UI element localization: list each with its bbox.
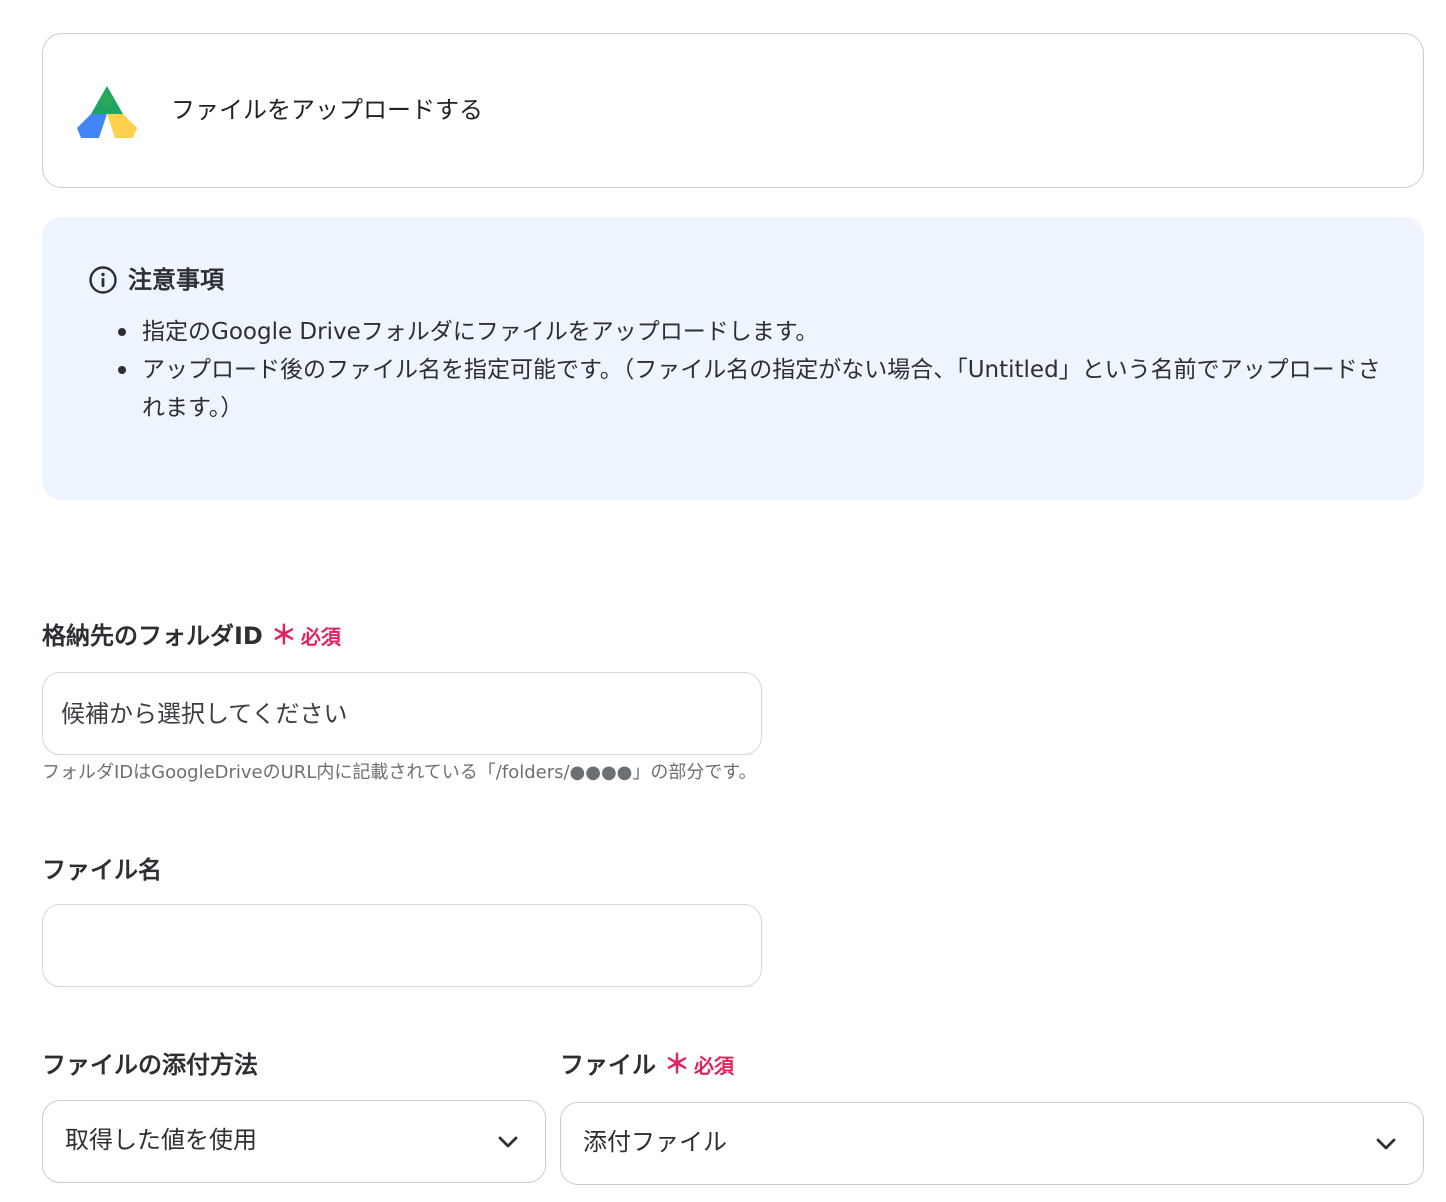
folder-id-label: 格納先のフォルダID ＊必須 (42, 620, 341, 653)
notice-title: 注意事項 (128, 266, 224, 294)
notice-box: 注意事項 指定のGoogle Driveフォルダにファイルをアップロードします。… (42, 217, 1424, 500)
file-select-value: 添付ファイル (583, 1128, 727, 1156)
file-label-text: ファイル (560, 1051, 656, 1079)
attach-method-value: 取得した値を使用 (65, 1126, 257, 1154)
notice-item: アップロード後のファイル名を指定可能です。（ファイル名の指定がない場合、「Unt… (118, 351, 1382, 427)
file-name-label-text: ファイル名 (42, 856, 162, 884)
required-text: 必須 (300, 625, 341, 649)
required-text: 必須 (694, 1054, 735, 1078)
chevron-down-icon (498, 1136, 518, 1148)
action-card: ファイルをアップロードする (42, 33, 1424, 188)
folder-id-input[interactable] (42, 672, 762, 755)
info-icon (89, 266, 117, 294)
file-label: ファイル ＊必須 (560, 1049, 734, 1082)
notice-item: 指定のGoogle Driveフォルダにファイルをアップロードします。 (118, 313, 1382, 351)
attach-method-label-text: ファイルの添付方法 (42, 1051, 258, 1079)
required-asterisk: ＊ (270, 621, 297, 651)
file-name-label: ファイル名 (42, 854, 162, 886)
required-asterisk: ＊ (664, 1050, 691, 1080)
action-title: ファイルをアップロードする (171, 96, 483, 124)
folder-id-hint: フォルダIDはGoogleDriveのURL内に記載されている「/folders… (42, 762, 757, 783)
file-select[interactable]: 添付ファイル (560, 1102, 1424, 1185)
attach-method-label: ファイルの添付方法 (42, 1049, 258, 1081)
attach-method-select[interactable]: 取得した値を使用 (42, 1100, 546, 1183)
folder-id-label-text: 格納先のフォルダID (42, 622, 263, 650)
notice-list: 指定のGoogle Driveフォルダにファイルをアップロードします。 アップロ… (118, 313, 1382, 427)
chevron-down-icon (1376, 1138, 1396, 1150)
file-name-input[interactable] (42, 904, 762, 987)
google-drive-icon (77, 86, 137, 138)
